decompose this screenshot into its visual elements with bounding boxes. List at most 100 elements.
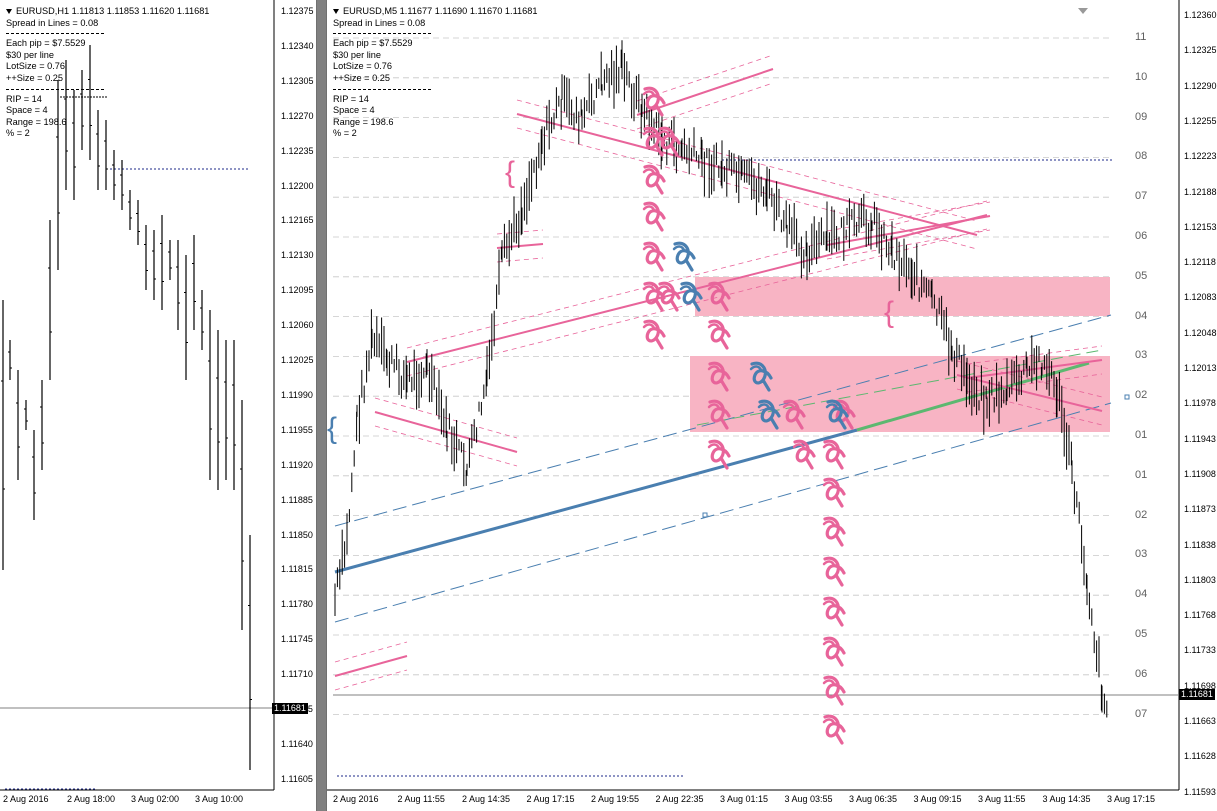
time-label: 3 Aug 11:55 [978, 794, 1026, 804]
level-number: 10 [1135, 70, 1148, 83]
level-marker [822, 556, 846, 587]
right-spread-text: Spread in Lines = 0.08 [333, 17, 426, 28]
level-marker [672, 241, 696, 272]
level-marker [642, 164, 666, 195]
level-marker [822, 636, 846, 667]
collapse-triangle-icon[interactable] [6, 9, 12, 15]
price-label: 1.11710 [281, 669, 313, 680]
level-number: 07 [1135, 190, 1148, 203]
level-marker [707, 439, 731, 470]
price-bar [152, 230, 156, 300]
time-label: 2 Aug 2016 [3, 794, 49, 804]
right-chart-title: EURUSD,M5 1.11677 1.11690 1.11670 1.1168… [343, 6, 538, 16]
price-label: 1.11885 [281, 494, 313, 505]
price-bar [248, 535, 252, 770]
price-bar [144, 225, 148, 290]
price-label: 1.12290 [1184, 80, 1217, 91]
level-marker [822, 477, 846, 508]
price-bar [112, 150, 116, 200]
level-marker [822, 516, 846, 547]
time-label: 2 Aug 2016 [333, 794, 379, 804]
left-plussize-text: ++Size = 0.25 [6, 72, 63, 83]
level-number: 03 [1135, 548, 1148, 561]
level-number: 08 [1135, 150, 1148, 163]
info-divider [6, 88, 104, 90]
level-number: 06 [1135, 230, 1148, 242]
level-marker [822, 596, 846, 627]
price-bar [8, 340, 12, 380]
level-marker [707, 319, 731, 350]
level-number: 05 [1135, 628, 1148, 640]
price-bar [136, 200, 140, 245]
price-label: 1.11943 [1184, 433, 1216, 444]
price-label: 1.12360 [1184, 10, 1217, 20]
left-spread-text: Spread in Lines = 0.08 [6, 17, 99, 28]
price-label: 1.11605 [281, 773, 313, 784]
price-bar [192, 235, 196, 330]
time-label: 2 Aug 14:35 [462, 794, 511, 804]
price-label: 1.11628 [1184, 751, 1216, 762]
price-label: 1.11920 [281, 459, 313, 470]
price-label: 1.11873 [1184, 504, 1216, 515]
right-chart-window[interactable]: {{{ EURUSD,M5 1.11677 1.11690 1.11670 1.… [326, 0, 1217, 811]
level-number: 02 [1135, 508, 1148, 521]
right-range-text: Range = 198.6 [333, 116, 394, 127]
price-bar [48, 220, 52, 380]
brace-marker: { [505, 156, 515, 189]
time-label: 3 Aug 01:15 [720, 794, 769, 804]
brace-marker: { [327, 412, 337, 445]
time-label: 2 Aug 11:55 [397, 794, 445, 804]
time-label: 2 Aug 22:35 [655, 794, 704, 804]
pink-channel-edge [496, 257, 544, 263]
left-pct-text: % = 2 [6, 128, 30, 139]
price-label: 1.12270 [281, 110, 314, 121]
price-label: 1.11768 [1184, 610, 1216, 621]
price-bar [208, 310, 212, 480]
price-label: 1.11838 [1184, 539, 1216, 550]
right-pip-text: Each pip = $7.5529 [333, 38, 413, 49]
price-bar [232, 340, 236, 490]
level-number: 03 [1135, 349, 1148, 362]
time-label: 3 Aug 10:00 [195, 794, 244, 804]
left-perline-text: $30 per line [6, 49, 55, 60]
left-range-text: Range = 198.6 [6, 116, 67, 127]
price-bar [40, 380, 44, 470]
time-label: 3 Aug 14:35 [1042, 794, 1091, 804]
collapse-triangle-icon[interactable] [333, 9, 339, 15]
time-label: 2 Aug 19:55 [591, 794, 640, 804]
price-label: 1.11593 [1184, 786, 1216, 797]
level-number: 05 [1135, 269, 1148, 282]
price-bar [120, 160, 124, 210]
level-number: 11 [1135, 31, 1147, 43]
price-bar [24, 400, 28, 430]
right-plussize-text: ++Size = 0.25 [333, 72, 390, 83]
time-label: 2 Aug 17:15 [526, 794, 575, 804]
right-lotsize-text: LotSize = 0.76 [333, 61, 392, 72]
shift-indicator-icon[interactable] [1078, 8, 1088, 14]
price-bar [216, 330, 220, 490]
channel-anchor[interactable] [702, 512, 708, 518]
right-pct-text: % = 2 [333, 128, 357, 139]
price-bar [128, 190, 132, 230]
price-label: 1.12095 [281, 285, 314, 296]
left-chart-title: EURUSD,H1 1.11813 1.11853 1.11620 1.1168… [16, 6, 210, 16]
price-bar [16, 370, 20, 480]
regression-line-blue [334, 428, 858, 574]
price-bar [240, 400, 244, 630]
time-label: 2 Aug 18:00 [67, 794, 116, 804]
left-chart-window[interactable]: EURUSD,H1 1.11813 1.11853 1.11620 1.1168… [0, 0, 317, 811]
price-label: 1.12375 [281, 6, 314, 16]
info-divider [333, 88, 431, 90]
price-label: 1.11803 [1184, 574, 1216, 585]
right-perline-text: $30 per line [333, 49, 382, 60]
left-info-panel: EURUSD,H1 1.11813 1.11853 1.11620 1.1168… [6, 6, 209, 140]
price-label: 1.12223 [1184, 151, 1217, 162]
price-bar [200, 290, 204, 350]
channel-anchor[interactable] [1124, 394, 1130, 400]
level-number: 01 [1135, 429, 1148, 441]
level-marker [642, 201, 666, 232]
price-bar [32, 430, 36, 520]
level-number: 04 [1135, 309, 1148, 322]
price-label: 1.12165 [281, 215, 314, 226]
price-bar [176, 240, 180, 330]
